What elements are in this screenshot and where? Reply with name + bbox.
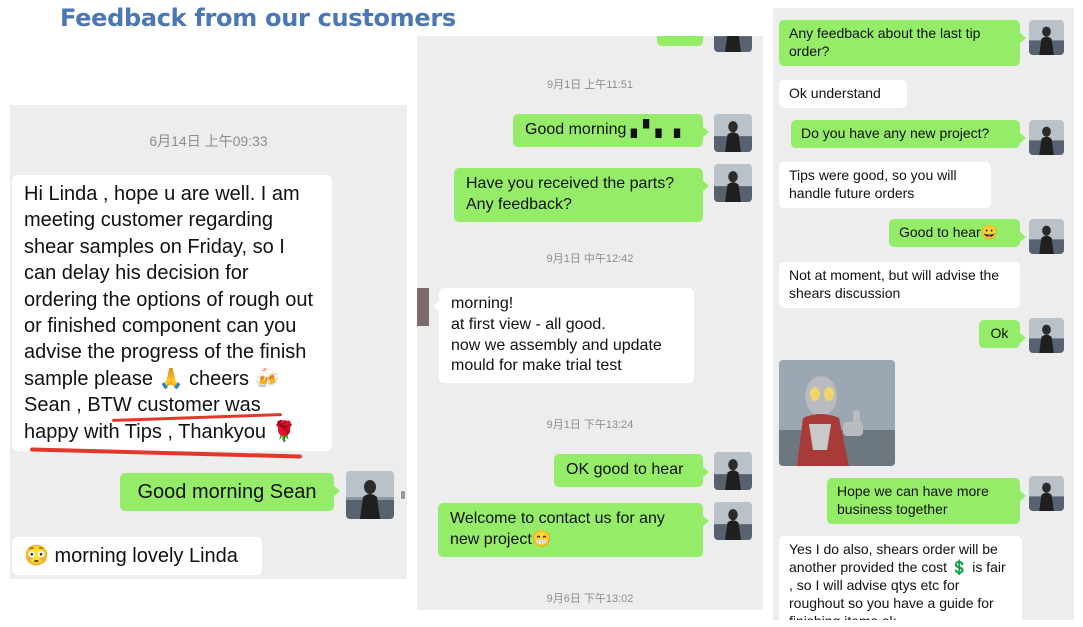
message-reply[interactable]: Good morning Sean <box>120 473 340 512</box>
chat-panel-3: Any feedback about the last tip order? O… <box>773 8 1074 620</box>
message-sent[interactable]: Good morning ▖▘▖▗ <box>513 114 709 147</box>
timestamp: 9月6日 下午13:02 <box>546 593 634 605</box>
woman-by-sea-avatar[interactable] <box>714 452 752 490</box>
customer-avatar[interactable] <box>417 288 429 326</box>
message-received[interactable]: Tips were good, so you will handle futur… <box>779 162 991 208</box>
timestamp: 6月14日 上午09:33 <box>149 133 268 149</box>
woman-by-sea-avatar[interactable] <box>1029 476 1064 511</box>
message-sent[interactable]: Welcome to contact us for any new projec… <box>438 503 709 557</box>
woman-by-sea-avatar <box>714 36 752 52</box>
message-line: at first view - all good. <box>451 315 606 333</box>
woman-by-sea-avatar[interactable] <box>714 164 752 202</box>
message-sent[interactable]: OK good to hear <box>554 454 709 487</box>
woman-by-sea-avatar[interactable] <box>714 502 752 540</box>
timestamp: 9月1日 上午11:51 <box>546 79 633 91</box>
woman-by-sea-avatar[interactable] <box>1029 20 1064 55</box>
timestamp: 9月1日 下午13:24 <box>546 419 634 431</box>
timestamp: 9月1日 中午12:42 <box>546 253 634 265</box>
chat-panel-1: 6月14日 上午09:33 Hi Linda , hope u are well… <box>10 105 407 579</box>
page-title: Feedback from our customers <box>60 4 456 32</box>
message-sent[interactable]: Hope we can have more business together <box>827 478 1026 524</box>
woman-by-sea-avatar[interactable] <box>714 114 752 152</box>
woman-by-sea-avatar[interactable] <box>1029 219 1064 254</box>
message-customer[interactable]: Hi Linda , hope u are well. I am meeting… <box>12 175 332 451</box>
message-line: mould for make trial test <box>451 357 622 375</box>
message-line: morning! <box>451 295 514 312</box>
message-received[interactable]: Ok understand <box>779 80 907 108</box>
chat-panel-2: 9月1日 上午11:51 Good morning ▖▘▖▗ Have you … <box>417 36 763 610</box>
message-line: now we assembly and update <box>451 336 662 354</box>
message-received[interactable]: Not at moment, but will advise the shear… <box>779 262 1020 308</box>
ultraman-thumbs-up-image[interactable] <box>779 360 895 466</box>
message-sent[interactable]: Do you have any new project? <box>791 120 1026 148</box>
message-fragment <box>657 36 703 46</box>
message-received[interactable]: Yes I do also, shears order will be anot… <box>779 536 1022 620</box>
message-received[interactable]: morning! at first view - all good. now w… <box>433 288 694 384</box>
message-sent[interactable]: Ok <box>979 320 1026 348</box>
scroll-indicator <box>401 491 405 499</box>
message-sent[interactable]: Any feedback about the last tip order? <box>779 20 1026 66</box>
woman-by-sea-avatar[interactable] <box>1029 120 1064 155</box>
message-sent[interactable]: Have you received the parts? Any feedbac… <box>454 168 709 222</box>
woman-by-sea-avatar[interactable] <box>1029 318 1064 353</box>
woman-by-sea-avatar[interactable] <box>346 471 394 519</box>
message-sent[interactable]: Good to hear😀 <box>889 219 1026 247</box>
message-customer-2[interactable]: 😳 morning lovely Linda <box>12 537 262 576</box>
